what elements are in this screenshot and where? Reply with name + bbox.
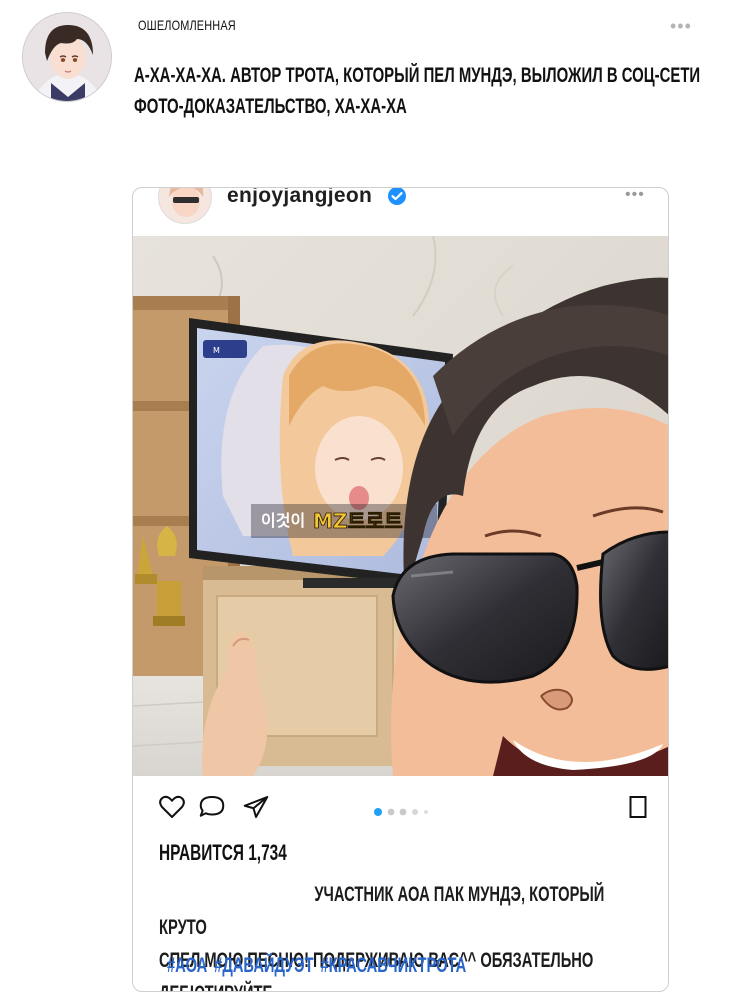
post-text-line: А-ХА-ХА-ХА. АВТОР ТРОТА, КОТОРЫЙ ПЕЛ МУН… xyxy=(134,64,701,87)
insta-avatar[interactable] xyxy=(158,188,212,224)
hashtag-link[interactable]: #АОА xyxy=(167,954,207,977)
post-photo[interactable]: M 이것이 MZ트로트 xyxy=(133,235,668,777)
hashtags: #АОА #ДАВАЙДУЭТ #КРАСАВЧИКТРОТА xyxy=(167,954,466,978)
author-avatar[interactable] xyxy=(22,12,112,102)
post-text-line: ФОТО-ДОКАЗАТЕЛЬСТВО, ХА-ХА-ХА xyxy=(134,95,407,118)
carousel-pager xyxy=(373,804,443,816)
author-name[interactable]: ОШЕЛОМЛЕННАЯ xyxy=(138,17,236,33)
verified-badge-icon xyxy=(387,188,407,206)
hashtag-link[interactable]: #ДАВАЙДУЭТ xyxy=(214,954,313,977)
tv-caption-prefix: 이것이 xyxy=(261,511,305,530)
hashtag-link[interactable]: #КРАСАВЧИКТРОТА xyxy=(320,954,466,977)
comment-icon[interactable] xyxy=(197,792,227,822)
bookmark-icon[interactable] xyxy=(623,792,653,822)
insta-handle[interactable]: enjoyjangjeon xyxy=(227,188,372,208)
likes-count[interactable]: НРАВИТСЯ 1,734 xyxy=(159,840,287,866)
send-icon[interactable] xyxy=(241,792,271,822)
tv-caption-highlight: MZ트로트 xyxy=(313,509,403,533)
heart-icon[interactable] xyxy=(157,792,187,822)
comment-post: ОШЕЛОМЛЕННАЯ ••• А-ХА-ХА-ХА. АВТОР ТРОТА… xyxy=(0,0,730,160)
insta-header: enjoyjangjeon ••• xyxy=(133,188,668,234)
post-text: А-ХА-ХА-ХА. АВТОР ТРОТА, КОТОРЫЙ ПЕЛ МУН… xyxy=(134,60,702,122)
more-dots-icon[interactable]: ••• xyxy=(625,188,645,204)
caption-line: УЧАСТНИК АОА ПАК МУНДЭ, КОТОРЫЙ КРУТО xyxy=(159,883,605,939)
instagram-post-card: enjoyjangjeon ••• M 이것이 MZ트로트 НРАВИТСЯ 1… xyxy=(132,187,669,992)
insta-actions-bar xyxy=(133,792,668,828)
svg-text:M: M xyxy=(213,346,220,355)
more-dots-icon[interactable]: ••• xyxy=(670,16,692,37)
